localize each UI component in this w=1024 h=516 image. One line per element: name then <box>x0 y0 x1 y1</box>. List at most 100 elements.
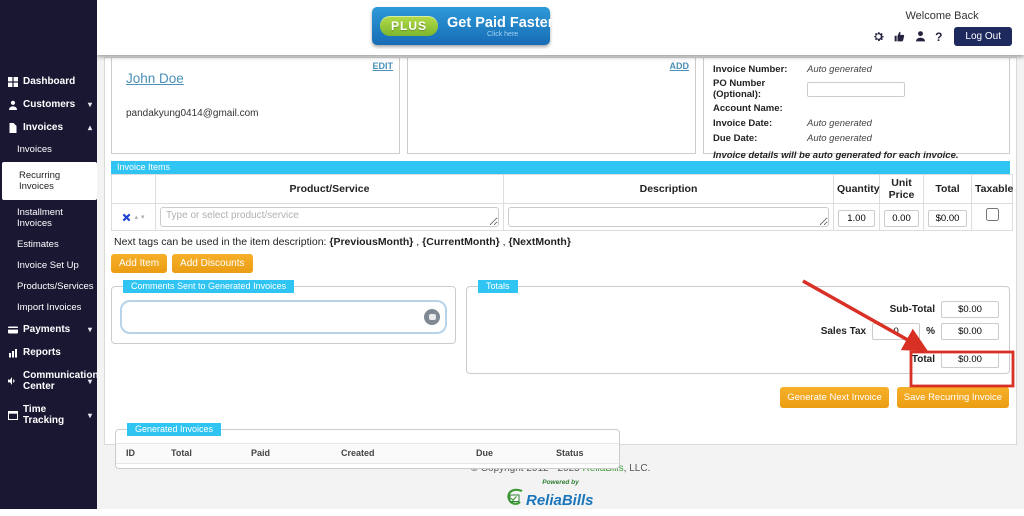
edit-customer-link[interactable]: EDIT <box>372 61 393 71</box>
sidebar-item-label: Communication Center <box>23 370 79 392</box>
comment-extension-icon[interactable] <box>424 309 440 325</box>
sidebar-item-label: Payments <box>23 324 70 335</box>
sidebar-subitem-installment-invoices[interactable]: Installment Invoices <box>0 202 97 234</box>
sidebar-item-payments[interactable]: Payments ▾ <box>0 318 97 341</box>
sidebar-item-label: Time Tracking <box>23 404 83 426</box>
delete-item-icon[interactable] <box>122 213 131 222</box>
user-icon[interactable] <box>914 30 927 43</box>
add-item-button[interactable]: Add Item <box>111 254 167 273</box>
generated-invoices-section: Generated Invoices ID Total Paid Created… <box>115 429 620 469</box>
line-total-input[interactable] <box>928 210 967 227</box>
add-recipient-link[interactable]: ADD <box>670 61 690 71</box>
invoice-number-label: Invoice Number: <box>713 64 807 75</box>
status-column-header: Status <box>556 448 616 458</box>
sales-tax-amount-input[interactable] <box>941 323 999 340</box>
payments-icon <box>7 325 18 335</box>
tags-note: Next tags can be used in the item descri… <box>114 236 1007 248</box>
sidebar-invoices-submenu: Invoices Recurring Invoices Installment … <box>0 139 97 318</box>
percent-sign: % <box>926 326 935 337</box>
customer-email: pandakyung0414@gmail.com <box>126 108 258 119</box>
sidebar-subitem-products-services[interactable]: Products/Services <box>0 276 97 297</box>
sidebar-item-dashboard[interactable]: Dashboard <box>0 70 97 93</box>
sidebar-item-time-tracking[interactable]: Time Tracking ▾ <box>0 398 97 432</box>
gear-icon[interactable] <box>872 30 885 43</box>
id-column-header: ID <box>116 448 171 458</box>
quantity-column-header: Quantity <box>834 175 880 204</box>
sidebar-item-label: Invoices <box>23 122 63 133</box>
thumbs-up-icon[interactable] <box>893 30 906 43</box>
sidebar-subitem-recurring-invoices[interactable]: Recurring Invoices <box>2 162 97 200</box>
welcome-text: Welcome Back <box>905 10 978 22</box>
invoice-item-row: ▴ ▾ <box>112 204 1013 231</box>
taxable-checkbox[interactable] <box>986 208 999 221</box>
dashboard-icon <box>7 77 18 87</box>
total-column-header: Total <box>171 448 251 458</box>
sidebar-item-label: Reports <box>23 347 61 358</box>
paid-column-header: Paid <box>251 448 341 458</box>
po-number-label: PO Number (Optional): <box>713 78 807 100</box>
po-number-input[interactable] <box>807 82 905 97</box>
generate-next-invoice-button[interactable]: Generate Next Invoice <box>780 387 889 408</box>
chevron-down-icon: ▾ <box>88 100 92 109</box>
product-column-header: Product/Service <box>156 175 504 204</box>
tag-previous-month: {PreviousMonth} <box>329 236 413 248</box>
move-item-down-icon[interactable]: ▾ <box>141 213 145 221</box>
quantity-input[interactable] <box>838 210 875 227</box>
help-icon[interactable]: ? <box>935 30 942 44</box>
sidebar-item-customers[interactable]: Customers ▾ <box>0 93 97 116</box>
created-column-header: Created <box>341 448 476 458</box>
invoices-icon <box>7 123 18 133</box>
comment-input[interactable] <box>120 300 447 334</box>
sidebar-item-invoices[interactable]: Invoices ▴ <box>0 116 97 139</box>
description-column-header: Description <box>504 175 834 204</box>
generated-invoices-header-row: ID Total Paid Created Due Status <box>116 443 619 464</box>
save-recurring-invoice-button[interactable]: Save Recurring Invoice <box>897 387 1009 408</box>
powered-by-text: Powered by <box>104 479 1017 486</box>
chevron-up-icon: ▴ <box>88 123 92 132</box>
chevron-down-icon: ▾ <box>88 377 92 386</box>
due-date-value: Auto generated <box>807 133 872 144</box>
move-item-up-icon[interactable]: ▴ <box>134 213 138 221</box>
invoice-items-section-header: Invoice Items <box>111 161 1010 174</box>
total-label: Total <box>912 354 935 365</box>
reports-icon <box>7 348 18 358</box>
customers-icon <box>7 100 18 110</box>
account-name-label: Account Name: <box>713 103 807 114</box>
comments-legend: Comments Sent to Generated Invoices <box>123 280 294 293</box>
chevron-down-icon: ▾ <box>88 411 92 420</box>
chevron-down-icon: ▾ <box>88 325 92 334</box>
reliabills-logo[interactable]: ReliaBills <box>104 487 1017 516</box>
sales-tax-label: Sales Tax <box>821 326 866 337</box>
sidebar-item-reports[interactable]: Reports <box>0 341 97 364</box>
invoice-items-table: Product/Service Description Quantity Uni… <box>111 174 1013 231</box>
customer-name-link[interactable]: John Doe <box>126 71 184 86</box>
description-input[interactable] <box>508 207 829 227</box>
sidebar-subitem-estimates[interactable]: Estimates <box>0 234 97 255</box>
recurring-invoice-card: EDIT John Doe pandakyung0414@gmail.com A… <box>104 57 1017 445</box>
totals-legend: Totals <box>478 280 518 293</box>
sidebar-subitem-invoice-set-up[interactable]: Invoice Set Up <box>0 255 97 276</box>
sidebar-subitem-invoices[interactable]: Invoices <box>0 139 97 160</box>
sidebar-subitem-import-invoices[interactable]: Import Invoices <box>0 297 97 318</box>
logo-text: ReliaBills <box>526 492 594 509</box>
plus-badge: PLUS <box>380 16 438 36</box>
tag-current-month: {CurrentMonth} <box>422 236 500 248</box>
recipients-panel: ADD <box>407 58 696 154</box>
unit-price-input[interactable] <box>884 210 919 227</box>
due-date-label: Due Date: <box>713 133 807 144</box>
customer-panel: EDIT John Doe pandakyung0414@gmail.com <box>111 58 400 154</box>
invoice-date-value: Auto generated <box>807 118 872 129</box>
total-input[interactable] <box>941 351 999 368</box>
sidebar: Dashboard Customers ▾ Invoices ▴ Invoice… <box>0 0 97 509</box>
add-discounts-button[interactable]: Add Discounts <box>172 254 252 273</box>
subtotal-input[interactable] <box>941 301 999 318</box>
totals-section: Totals Sub-Total Sales Tax % Total <box>466 286 1010 374</box>
sidebar-item-communication-center[interactable]: Communication Center ▾ <box>0 364 97 398</box>
sales-tax-rate-input[interactable] <box>872 323 920 340</box>
unit-price-column-header: Unit Price <box>880 175 924 204</box>
logout-button[interactable]: Log Out <box>954 27 1012 46</box>
generated-invoices-legend: Generated Invoices <box>127 423 221 436</box>
megaphone-icon <box>7 376 18 386</box>
get-paid-faster-banner[interactable]: PLUS Get Paid Faster! Click here <box>372 7 550 45</box>
product-service-input[interactable] <box>160 207 499 227</box>
